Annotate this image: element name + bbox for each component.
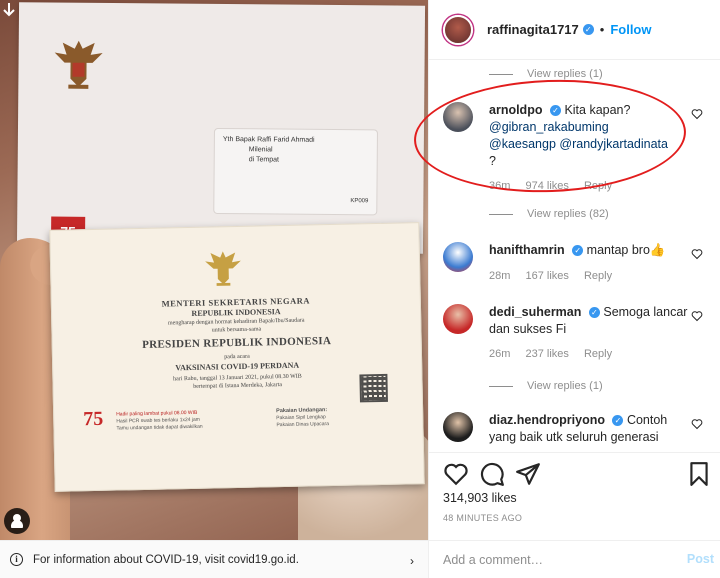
- comment-username[interactable]: dedi_suherman: [489, 305, 581, 319]
- invitation-card: MENTERI SEKRETARIS NEGARA REPUBLIK INDON…: [49, 222, 425, 492]
- dress-code: Pakaian Undangan: Pakaian Sipil Lengkap …: [276, 406, 386, 429]
- divider-line: [489, 73, 513, 75]
- comment-meta: 36m 974 likes Reply: [489, 180, 624, 192]
- user-tag-icon[interactable]: [4, 508, 30, 534]
- address-window: Yth Bapak Raffi Farid Ahmadi Milenial di…: [213, 127, 378, 216]
- qr-code: [359, 373, 388, 403]
- comments-list[interactable]: View replies (1) arnoldpo ✓ Kita kapan? …: [429, 60, 720, 452]
- invitation-heading: PRESIDEN REPUBLIK INDONESIA: [142, 335, 332, 351]
- info-icon: i: [10, 553, 23, 566]
- indonesia-75-logo-small: 75: [83, 407, 104, 431]
- add-comment-bar: Post: [429, 540, 720, 578]
- comment-time: 36m: [489, 180, 511, 192]
- comment-input[interactable]: [443, 552, 663, 567]
- mention-link[interactable]: @kaesangp: [489, 137, 556, 151]
- comment-meta: 26m 237 likes Reply: [489, 348, 624, 360]
- view-replies-button[interactable]: View replies (82): [489, 208, 609, 220]
- verified-badge-icon: ✓: [582, 24, 594, 35]
- comment-meta: 28m 167 likes Reply: [489, 270, 624, 282]
- envelope-code: KP009: [350, 198, 369, 205]
- comment-content: Kita kapan?: [564, 103, 631, 117]
- reply-button[interactable]: Reply: [584, 270, 612, 282]
- comment-icon[interactable]: [479, 461, 505, 487]
- heart-icon[interactable]: [691, 310, 703, 322]
- view-replies-label: View replies (82): [527, 208, 609, 220]
- comment-username[interactable]: arnoldpo: [489, 103, 542, 117]
- recipient-name: Yth Bapak Raffi Farid Ahmadi: [222, 136, 315, 144]
- view-replies-label: View replies (1): [527, 68, 603, 80]
- comment-likes[interactable]: 974 likes: [525, 180, 568, 192]
- dress-code-title: Pakaian Undangan:: [276, 407, 328, 415]
- garuda-emblem-icon: [54, 40, 103, 89]
- heart-icon[interactable]: [691, 418, 703, 430]
- comment-username[interactable]: hanifthamrin: [489, 243, 565, 257]
- heart-icon[interactable]: [691, 108, 703, 120]
- comment-text: hanifthamrin ✓ mantap bro👍: [489, 242, 689, 259]
- comment-username[interactable]: diaz.hendropriyono: [489, 413, 605, 427]
- invitation-notes: Hadir paling lambat pukul 08.00 WIB Hasi…: [116, 408, 266, 432]
- post-actions: 314,903 likes 48 MINUTES AGO: [429, 452, 720, 542]
- divider-line: [489, 385, 513, 387]
- comment-time: 28m: [489, 270, 511, 282]
- avatar[interactable]: [443, 102, 473, 132]
- view-replies-label: View replies (1): [527, 380, 603, 392]
- dress-code-2: Pakaian Dinas Upacara: [276, 421, 330, 429]
- heart-icon[interactable]: [691, 248, 703, 260]
- avatar[interactable]: [443, 14, 473, 45]
- comment-likes[interactable]: 237 likes: [525, 348, 568, 360]
- follow-button[interactable]: Follow: [610, 22, 651, 37]
- likes-count[interactable]: 314,903 likes: [443, 491, 517, 505]
- verified-badge-icon: ✓: [572, 245, 584, 256]
- comment-trailing: ?: [489, 154, 496, 168]
- comment-content: mantap bro👍: [586, 243, 666, 257]
- comment-text: arnoldpo ✓ Kita kapan? @gibran_rakabumin…: [489, 102, 689, 170]
- post-header: raffinagita1717 ✓ • Follow: [429, 0, 720, 60]
- comment-time: 26m: [489, 348, 511, 360]
- mention-link[interactable]: @gibran_rakabuming: [489, 120, 609, 134]
- share-icon[interactable]: [515, 461, 541, 487]
- verified-badge-icon: ✓: [549, 105, 561, 116]
- recipient-location: di Tempat: [248, 156, 279, 164]
- download-arrow-icon[interactable]: [2, 2, 16, 20]
- envelope: Yth Bapak Raffi Farid Ahmadi Milenial di…: [16, 2, 426, 254]
- comment-text: dedi_suherman ✓ Semoga lancar dan sukses…: [489, 304, 689, 338]
- divider-line: [489, 213, 513, 215]
- post-button[interactable]: Post: [687, 552, 714, 566]
- post-author-username[interactable]: raffinagita1717: [487, 22, 579, 37]
- avatar[interactable]: [443, 242, 473, 272]
- covid-info-bar[interactable]: i For information about COVID-19, visit …: [0, 540, 428, 578]
- covid-info-text: For information about COVID-19, visit co…: [33, 553, 299, 566]
- garuda-gold-icon: [205, 251, 241, 286]
- post-photo[interactable]: Yth Bapak Raffi Farid Ahmadi Milenial di…: [0, 0, 428, 540]
- chevron-right-icon: ›: [410, 554, 414, 568]
- comment-text: diaz.hendropriyono ✓ Contoh yang baik ut…: [489, 412, 689, 446]
- view-replies-button[interactable]: View replies (1): [489, 68, 603, 80]
- bookmark-icon[interactable]: [686, 461, 712, 487]
- comment-likes[interactable]: 167 likes: [525, 270, 568, 282]
- verified-badge-icon: ✓: [588, 307, 600, 318]
- post-timestamp[interactable]: 48 MINUTES AGO: [443, 513, 522, 523]
- heart-icon[interactable]: [443, 461, 469, 487]
- mention-link[interactable]: @randyjkartadinata: [559, 137, 668, 151]
- post-side-panel: raffinagita1717 ✓ • Follow View replies …: [428, 0, 720, 578]
- verified-badge-icon: ✓: [612, 415, 624, 426]
- separator-dot: •: [599, 22, 605, 37]
- avatar[interactable]: [443, 412, 473, 442]
- view-replies-button[interactable]: View replies (1): [489, 380, 603, 392]
- reply-button[interactable]: Reply: [584, 180, 612, 192]
- avatar[interactable]: [443, 304, 473, 334]
- reply-button[interactable]: Reply: [584, 348, 612, 360]
